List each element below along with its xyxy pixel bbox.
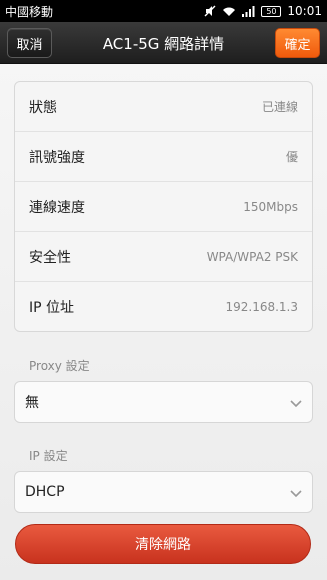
status-bar: 中國移動 50 10:01 [0, 0, 327, 22]
cancel-button[interactable]: 取消 [7, 28, 52, 58]
chevron-down-icon [290, 393, 302, 412]
detail-value: 192.168.1.3 [225, 300, 298, 314]
detail-value: WPA/WPA2 PSK [206, 249, 298, 264]
chevron-down-icon [290, 483, 302, 502]
proxy-select-value: 無 [25, 395, 39, 411]
detail-value: 150Mbps [243, 199, 298, 214]
carrier-name: 中國移動 [5, 4, 54, 19]
detail-label: IP 位址 [29, 300, 75, 316]
network-details-card: 狀態 已連線 訊號強度 優 連線速度 150Mbps 安全性 WPA/WPA2 … [14, 81, 313, 332]
ip-settings-select-value: DHCP [25, 484, 65, 500]
detail-label: 訊號強度 [29, 149, 85, 166]
detail-value: 已連線 [261, 100, 298, 114]
wifi-icon [222, 6, 236, 17]
proxy-settings-label: Proxy 設定 [29, 359, 90, 373]
title-bar: 取消 AC1-5G 網路詳情 確定 [0, 22, 327, 64]
signal-icon [242, 5, 255, 17]
detail-row-security: 安全性 WPA/WPA2 PSK [15, 232, 312, 282]
proxy-select[interactable]: 無 [14, 381, 313, 423]
clock: 10:01 [287, 4, 322, 18]
detail-row-status: 狀態 已連線 [15, 82, 312, 132]
detail-row-signal-strength: 訊號強度 優 [15, 132, 312, 182]
detail-label: 安全性 [29, 249, 71, 266]
confirm-button[interactable]: 確定 [275, 28, 320, 58]
detail-label: 連線速度 [29, 199, 85, 216]
mute-icon [204, 5, 216, 17]
detail-row-link-speed: 連線速度 150Mbps [15, 182, 312, 232]
detail-label: 狀態 [29, 99, 57, 116]
ip-settings-label: IP 設定 [29, 449, 68, 463]
battery-icon: 50 [261, 5, 282, 17]
detail-row-ip-address: IP 位址 192.168.1.3 [15, 282, 312, 332]
forget-network-button[interactable]: 清除網路 [15, 524, 311, 564]
detail-value: 優 [285, 150, 298, 164]
page-title: AC1-5G 網路詳情 [102, 34, 225, 53]
status-icons: 50 10:01 [204, 4, 322, 18]
ip-settings-select[interactable]: DHCP [14, 471, 313, 513]
